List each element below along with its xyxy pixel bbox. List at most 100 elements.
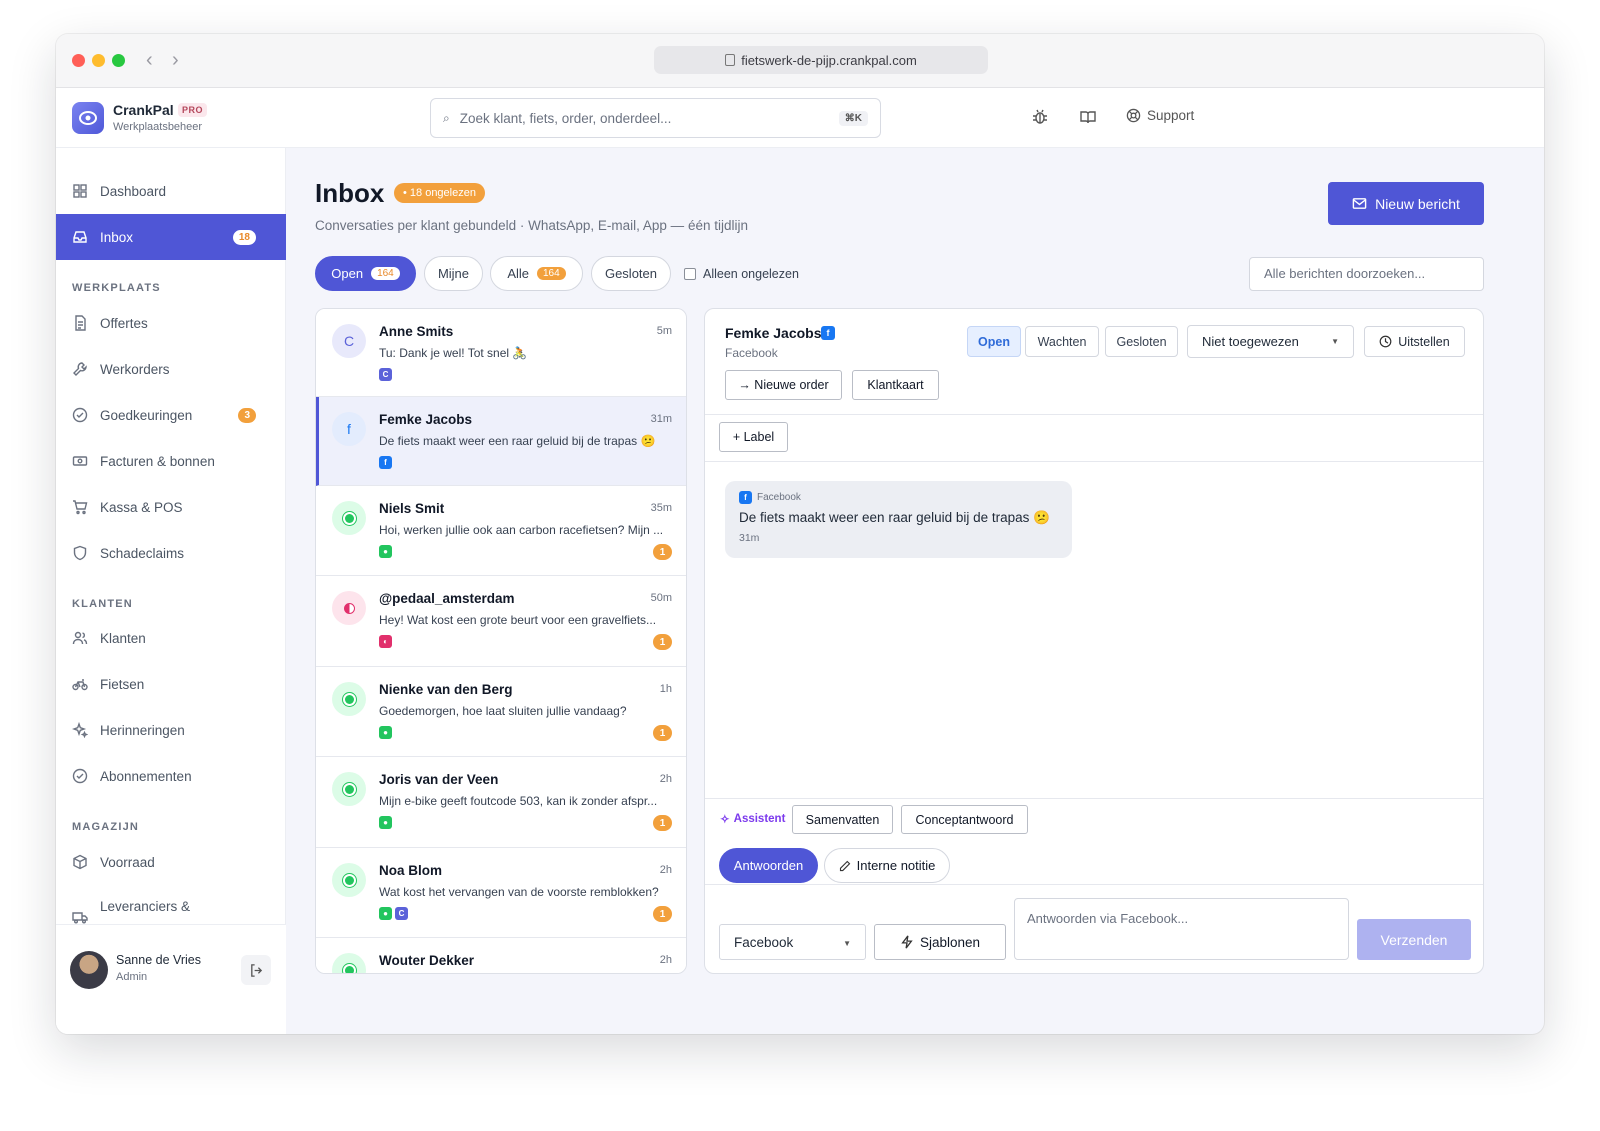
- conversation-item[interactable]: Noa Blom 2h Wat kost het vervangen van d…: [316, 848, 686, 938]
- sidebar-item-label: Facturen & bonnen: [100, 453, 215, 469]
- forward-icon[interactable]: ›: [172, 49, 179, 72]
- chevron-down-icon: ▼: [843, 939, 851, 948]
- avatar[interactable]: [70, 951, 108, 989]
- tab-reply[interactable]: Antwoorden: [719, 848, 818, 883]
- message-channel-label: Facebook: [757, 492, 801, 503]
- section-title-magazijn: MAGAZIJN: [72, 821, 140, 833]
- draft-reply-button[interactable]: Conceptantwoord: [901, 805, 1028, 834]
- check-circle-icon: [72, 407, 88, 423]
- whatsapp-avatar-icon: [332, 682, 366, 716]
- filter-mijne[interactable]: Mijne: [424, 256, 483, 291]
- support-link[interactable]: Support: [1126, 108, 1194, 123]
- bug-icon[interactable]: [1031, 108, 1051, 128]
- sidebar-item-herinneringen[interactable]: Herinneringen: [56, 707, 286, 753]
- tab-internal-note[interactable]: Interne notitie: [824, 848, 950, 883]
- sparkle-icon: [72, 722, 88, 738]
- message-search-input[interactable]: Alle berichten doorzoeken...: [1249, 257, 1484, 291]
- maximize-window-button[interactable]: [112, 54, 125, 67]
- sidebar-item-fietsen[interactable]: Fietsen: [56, 661, 286, 707]
- sidebar-item-label: Abonnementen: [100, 768, 192, 784]
- filter-gesloten[interactable]: Gesloten: [591, 256, 671, 291]
- contact-name: Femke Jacobs: [379, 412, 473, 427]
- status-waiting-button[interactable]: Wachten: [1025, 326, 1099, 357]
- conversation-item[interactable]: Wouter Dekker 2h: [316, 938, 686, 973]
- tab-label: Interne notitie: [856, 858, 936, 873]
- conversation-item[interactable]: C Anne Smits 5m Tu: Dank je wel! Tot sne…: [316, 309, 686, 397]
- instagram-avatar-icon: [332, 591, 366, 625]
- conversation-item[interactable]: Niels Smit 35m Hoi, werken jullie ook aa…: [316, 486, 686, 576]
- new-order-button[interactable]: → Nieuwe order: [725, 370, 842, 400]
- contact-name: @pedaal_amsterdam: [379, 591, 515, 606]
- sidebar-item-leveranciers[interactable]: Leveranciers &: [56, 885, 286, 924]
- instagram-icon: ◐: [379, 635, 392, 648]
- conversation-item-selected[interactable]: f Femke Jacobs 31m De fiets maakt weer e…: [316, 397, 686, 486]
- crankpal-logo-icon[interactable]: [72, 102, 104, 134]
- mail-icon: [1352, 198, 1367, 209]
- logout-button[interactable]: [241, 955, 271, 985]
- sidebar-item-werkorders[interactable]: Werkorders: [56, 346, 286, 392]
- conversation-item[interactable]: Nienke van den Berg 1h Goedemorgen, hoe …: [316, 667, 686, 757]
- global-search-input[interactable]: ⌕ Zoek klant, fiets, order, onderdeel...…: [430, 98, 881, 138]
- pro-badge: PRO: [178, 103, 208, 117]
- templates-button[interactable]: Sjablonen: [874, 924, 1006, 960]
- status-closed-button[interactable]: Gesloten: [1105, 326, 1178, 357]
- postpone-button[interactable]: Uitstellen: [1364, 326, 1465, 357]
- close-window-button[interactable]: [72, 54, 85, 67]
- conversation-list: C Anne Smits 5m Tu: Dank je wel! Tot sne…: [315, 308, 687, 974]
- conversation-time: 5m: [656, 325, 672, 337]
- reply-textarea[interactable]: Antwoorden via Facebook...: [1014, 898, 1349, 960]
- whatsapp-icon: ●: [379, 545, 392, 558]
- add-label-button[interactable]: + Label: [719, 422, 788, 452]
- customer-card-button[interactable]: Klantkaart: [852, 370, 939, 400]
- contact-name: Niels Smit: [379, 501, 445, 516]
- assistant-label: ✧ Assistent: [720, 812, 785, 826]
- divider: [705, 461, 1483, 462]
- app-channel-icon: C: [395, 907, 408, 920]
- conversation-item[interactable]: @pedaal_amsterdam 50m Hey! Wat kost een …: [316, 576, 686, 667]
- sidebar-item-offertes[interactable]: Offertes: [56, 300, 286, 346]
- divider: [705, 414, 1483, 415]
- sidebar-item-label: Kassa & POS: [100, 499, 183, 515]
- sidebar-item-kassa[interactable]: Kassa & POS: [56, 484, 286, 530]
- assignee-select[interactable]: Niet toegewezen ▼: [1187, 325, 1354, 358]
- sidebar-item-inbox[interactable]: Inbox 18: [56, 214, 286, 260]
- sidebar-item-facturen[interactable]: Facturen & bonnen: [56, 438, 286, 484]
- status-open-button[interactable]: Open: [967, 326, 1021, 357]
- app-channel-icon: C: [379, 368, 392, 381]
- message-preview: Hey! Wat kost een grote beurt voor een g…: [379, 613, 657, 627]
- templates-label: Sjablonen: [919, 934, 981, 950]
- sidebar-item-goedkeuringen[interactable]: Goedkeuringen 3: [56, 392, 286, 438]
- sidebar-item-dashboard[interactable]: Dashboard: [56, 168, 286, 214]
- sidebar-item-klanten[interactable]: Klanten: [56, 615, 286, 661]
- contact-avatar: C: [332, 324, 366, 358]
- sidebar-item-abonnementen[interactable]: Abonnementen: [56, 753, 286, 799]
- sidebar-item-schadeclaims[interactable]: Schadeclaims: [56, 530, 286, 576]
- conversation-time: 50m: [650, 592, 672, 604]
- section-title-klanten: KLANTEN: [72, 598, 133, 610]
- whatsapp-avatar-icon: [332, 501, 366, 535]
- contact-name: Noa Blom: [379, 863, 443, 878]
- clock-icon: [1379, 335, 1392, 348]
- new-message-button[interactable]: Nieuw bericht: [1328, 182, 1484, 225]
- back-icon[interactable]: ‹: [146, 49, 153, 72]
- inbox-main: Inbox • 18 ongelezen Conversaties per kl…: [286, 148, 1544, 1034]
- contact-name: Wouter Dekker: [379, 953, 475, 968]
- user-name: Sanne de Vries: [116, 953, 202, 967]
- conversation-item[interactable]: Joris van der Veen 2h Mijn e-bike geeft …: [316, 757, 686, 848]
- reply-channel-value: Facebook: [734, 935, 794, 950]
- whatsapp-icon: ●: [379, 907, 392, 920]
- checkbox-box[interactable]: [684, 268, 696, 280]
- minimize-window-button[interactable]: [92, 54, 105, 67]
- address-bar[interactable]: fietswerk-de-pijp.crankpal.com: [654, 46, 988, 74]
- page-title: Inbox: [315, 178, 385, 208]
- filter-open[interactable]: Open 164: [315, 256, 416, 291]
- sidebar-item-voorraad[interactable]: Voorraad: [56, 839, 286, 885]
- reply-channel-select[interactable]: Facebook ▼: [719, 924, 866, 960]
- filter-alle[interactable]: Alle 164: [490, 256, 583, 291]
- summarize-button[interactable]: Samenvatten: [792, 805, 893, 834]
- assignee-value: Niet toegewezen: [1202, 334, 1299, 349]
- send-button[interactable]: Verzenden: [1357, 919, 1471, 960]
- grid-icon: [73, 184, 87, 198]
- book-icon[interactable]: [1079, 108, 1099, 128]
- unread-only-checkbox[interactable]: Alleen ongelezen: [684, 267, 799, 281]
